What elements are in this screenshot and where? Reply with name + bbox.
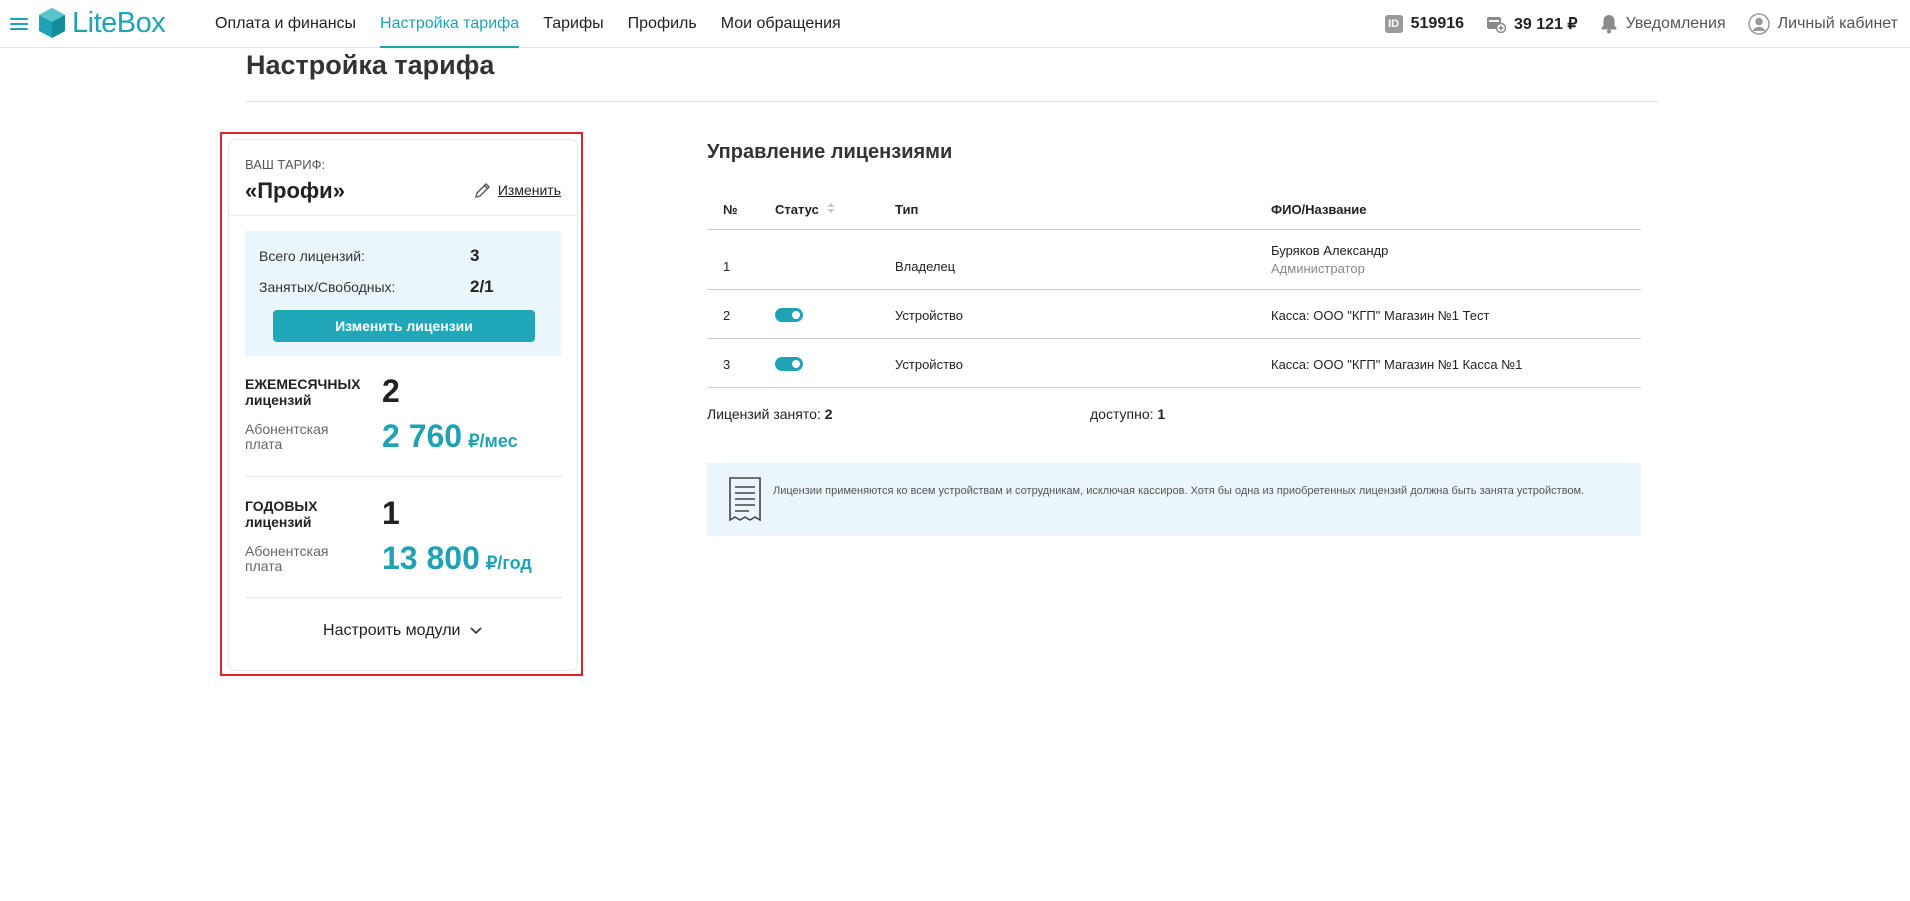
licenses-available-label: доступно:: [1090, 406, 1154, 422]
licenses-occupied-label: Лицензий занято:: [707, 406, 821, 422]
top-bar: LiteBox Оплата и финансы Настройка тариф…: [0, 0, 1910, 48]
row-1-role: Администратор: [1271, 261, 1365, 276]
balance-value: 39 121 ₽: [1514, 15, 1578, 33]
monthly-licenses-count: 2: [382, 373, 400, 409]
licenses-total-value: 3: [470, 246, 480, 265]
row-3-name: Касса: ООО "КГП" Магазин №1 Касса №1: [1271, 357, 1523, 372]
row-3-number: 3: [723, 357, 731, 372]
sort-icon: [827, 203, 835, 213]
nav-my-requests[interactable]: Мои обращения: [709, 0, 853, 47]
row-2-status-toggle[interactable]: [775, 308, 803, 322]
nav-tariffs[interactable]: Тарифы: [531, 0, 615, 47]
cabinet-label: Личный кабинет: [1777, 14, 1898, 32]
tariff-card: ВАШ ТАРИФ: «Профи» Изменить Всего лиценз…: [228, 139, 578, 671]
row-divider: [707, 387, 1641, 388]
configure-modules-label: Настроить модули: [323, 622, 461, 639]
row-3-type: Устройство: [895, 357, 964, 372]
column-type: Тип: [895, 202, 919, 217]
yearly-price-unit: ₽/год: [485, 553, 532, 573]
row-1-type: Владелец: [895, 259, 956, 274]
notifications-label: Уведомления: [1625, 14, 1726, 32]
row-2-name: Касса: ООО "КГП" Магазин №1 Тест: [1271, 308, 1490, 323]
monthly-price-value: 2 760: [382, 418, 463, 454]
row-2-number: 2: [723, 308, 731, 323]
monthly-price-unit: ₽/мес: [468, 431, 518, 451]
section-divider: [245, 476, 563, 477]
tariff-label: ВАШ ТАРИФ:: [245, 157, 326, 172]
page-title: Настройка тарифа: [246, 50, 495, 80]
tariff-name: «Профи»: [245, 178, 345, 203]
row-3-status-toggle[interactable]: [775, 357, 803, 371]
change-tariff-link[interactable]: Изменить: [473, 180, 561, 200]
litebox-logo-icon: [39, 8, 65, 38]
row-divider: [707, 289, 1641, 290]
change-tariff-label: Изменить: [497, 182, 561, 198]
account-id: ID 519916: [1384, 14, 1465, 33]
monthly-licenses-label: ЕЖЕМЕСЯЧНЫХ лицензий: [245, 376, 361, 408]
info-text: Лицензии применяются ко всем устройствам…: [773, 485, 1585, 497]
personal-cabinet[interactable]: Личный кабинет: [1747, 12, 1898, 35]
row-divider: [707, 338, 1641, 339]
yearly-price-value: 13 800: [382, 540, 480, 576]
row-1-name: Буряков Александр: [1271, 243, 1389, 258]
licenses-used-label: Занятых/Свободных:: [259, 279, 396, 295]
yearly-fee-label: Абонентская плата: [245, 543, 329, 574]
nav-tariff-settings[interactable]: Настройка тарифа: [368, 0, 531, 48]
licenses-summary-box: Всего лицензий: 3 Занятых/Свободных: 2/1…: [245, 231, 561, 356]
licenses-occupied: Лицензий занято: 2: [707, 406, 832, 422]
column-status-label: Статус: [775, 202, 819, 217]
chevron-down-icon: [470, 627, 482, 635]
main-nav: Оплата и финансы Настройка тарифа Тарифы…: [203, 0, 853, 48]
table-header-divider: [707, 229, 1641, 230]
wallet-icon: [1487, 16, 1507, 33]
yearly-price: 13 800 ₽/год: [382, 540, 532, 577]
column-status[interactable]: Статус: [775, 202, 836, 217]
receipt-icon: [729, 477, 761, 522]
yearly-licenses-count: 1: [382, 495, 400, 531]
logo-text: LiteBox: [72, 6, 166, 39]
monthly-price: 2 760 ₽/мес: [382, 418, 518, 455]
nav-profile[interactable]: Профиль: [616, 0, 709, 47]
menu-icon[interactable]: [10, 18, 28, 30]
monthly-fee-label: Абонентская плата: [245, 421, 329, 452]
balance[interactable]: 39 121 ₽: [1486, 14, 1578, 34]
account-id-value: 519916: [1410, 14, 1465, 32]
notifications[interactable]: Уведомления: [1600, 14, 1726, 34]
licenses-occupied-value: 2: [824, 406, 833, 422]
section-divider: [245, 597, 563, 598]
licenses-title: Управление лицензиями: [707, 141, 953, 163]
id-icon: ID: [1384, 14, 1403, 33]
column-name: ФИО/Название: [1271, 202, 1367, 217]
user-icon: [1747, 12, 1770, 35]
licenses-available-value: 1: [1157, 406, 1166, 422]
row-2-type: Устройство: [895, 308, 964, 323]
pencil-icon: [474, 183, 490, 198]
column-number: №: [723, 202, 738, 217]
licenses-used-value: 2/1: [470, 277, 494, 296]
title-divider: [246, 101, 1658, 102]
licenses-total-label: Всего лицензий:: [259, 248, 365, 264]
change-licenses-button[interactable]: Изменить лицензии: [273, 310, 535, 342]
header-tools: ID 519916 39 121 ₽ Уведомления Личный ка…: [1384, 0, 1898, 47]
nav-payments[interactable]: Оплата и финансы: [203, 0, 368, 47]
bell-icon: [1601, 14, 1617, 33]
logo[interactable]: LiteBox: [38, 6, 166, 39]
configure-modules-toggle[interactable]: Настроить модули: [229, 622, 577, 640]
info-notice: Лицензии применяются ко всем устройствам…: [707, 463, 1641, 536]
licenses-available: доступно: 1: [1090, 406, 1165, 422]
row-1-number: 1: [723, 259, 731, 274]
card-divider: [229, 215, 577, 216]
yearly-licenses-label: ГОДОВЫХ лицензий: [245, 498, 318, 530]
